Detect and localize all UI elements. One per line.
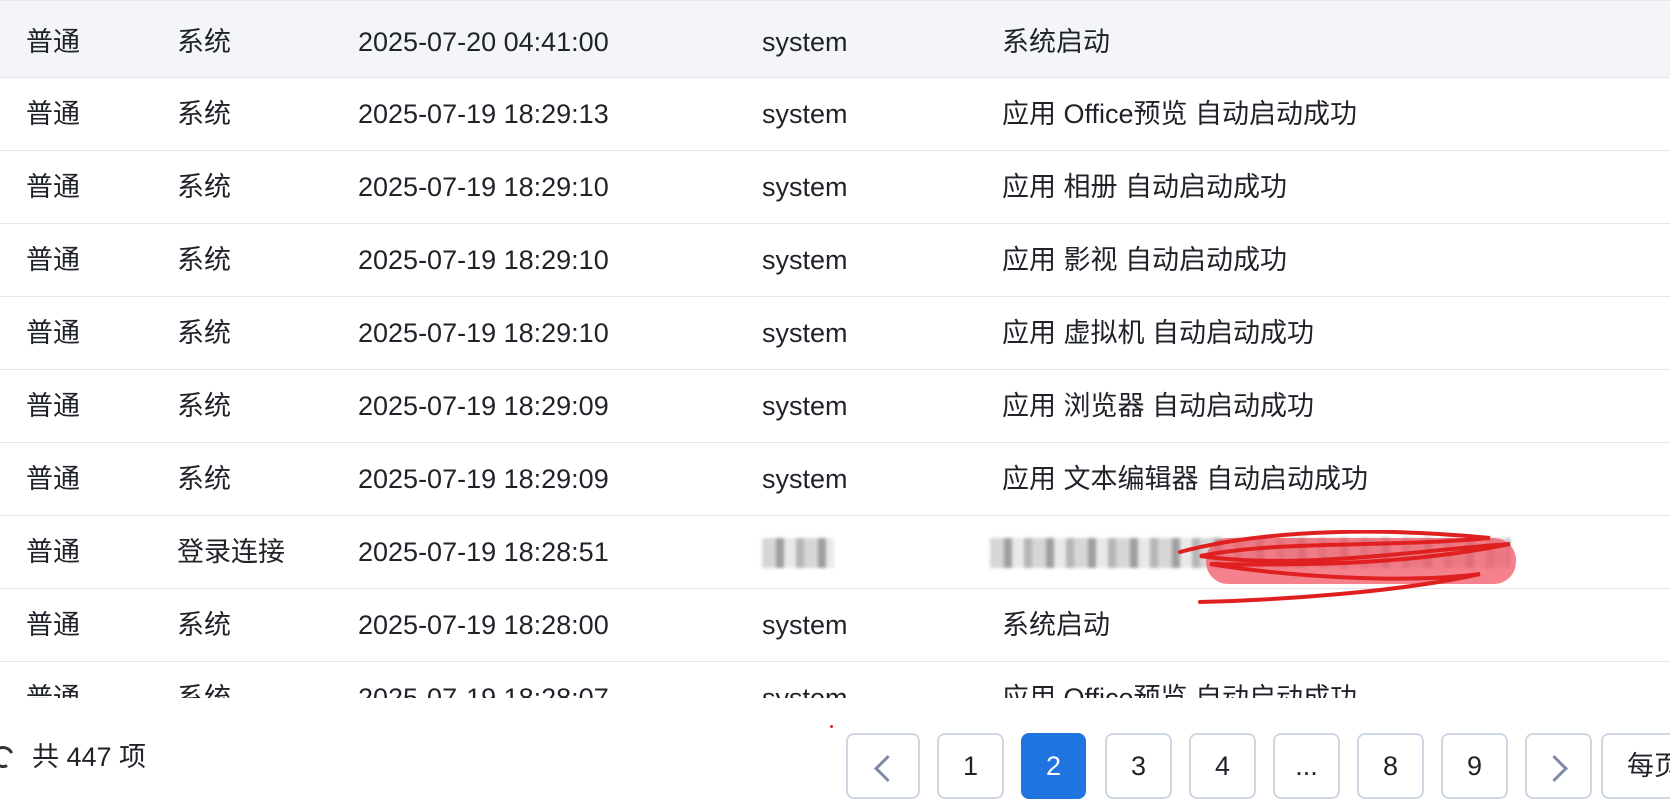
user-cell: system [762,172,848,202]
time-cell: 2025-07-19 18:29:10 [358,245,609,275]
table-row[interactable]: 普通 系统 2025-07-19 18:28:07 system 应用 Offi… [0,662,1670,698]
time-cell: 2025-07-19 18:28:00 [358,610,609,640]
refresh-icon[interactable] [0,742,18,772]
next-page-button[interactable] [1525,733,1592,799]
level-cell: 普通 [26,464,80,494]
chevron-right-icon [1541,755,1568,782]
type-cell: 登录连接 [177,537,285,567]
redaction-mark [1206,538,1516,584]
message-cell: 应用 相册 自动启动成功 [1002,172,1288,202]
per-page-select[interactable]: 每页 [1601,733,1670,799]
page-button-3[interactable]: 3 [1105,733,1172,799]
total-count: 共 447 项 [0,736,146,778]
time-cell: 2025-07-19 18:29:13 [358,99,609,129]
chevron-left-icon [873,755,901,782]
level-cell: 普通 [26,537,80,567]
user-cell: system [762,318,848,348]
page-button-8[interactable]: 8 [1357,733,1424,799]
message-cell: 应用 影视 自动启动成功 [1002,245,1288,275]
page-button-2[interactable]: 2 [1021,733,1086,799]
level-cell: 普通 [26,610,80,640]
message-cell: 应用 Office预览 自动启动成功 [1002,99,1358,129]
table-row[interactable]: 普通 系统 2025-07-19 18:28:00 system 系统启动 [0,589,1670,662]
message-cell: 应用 浏览器 自动启动成功 [1002,391,1315,421]
user-cell: system [762,245,848,275]
log-table: 普通 系统 2025-07-20 04:41:00 system 系统启动 普通… [0,0,1670,698]
table-row[interactable]: 普通 系统 2025-07-19 18:29:10 system 应用 虚拟机 … [0,297,1670,370]
user-cell: system [762,27,848,57]
type-cell: 系统 [177,391,231,421]
level-cell: 普通 [26,172,80,202]
user-cell: system [762,610,848,640]
table-row[interactable]: 普通 系统 2025-07-19 18:29:10 system 应用 影视 自… [0,224,1670,297]
user-cell: system [762,391,848,421]
prev-page-button[interactable] [846,733,920,799]
table-row[interactable]: 普通 系统 2025-07-19 18:29:13 system 应用 Offi… [0,78,1670,151]
message-cell: 应用 文本编辑器 自动启动成功 [1002,464,1369,494]
type-cell: 系统 [177,464,231,494]
type-cell: 系统 [177,27,231,57]
level-cell: 普通 [26,99,80,129]
level-cell: 普通 [26,245,80,275]
time-cell: 2025-07-19 18:29:10 [358,172,609,202]
type-cell: 系统 [177,318,231,348]
time-cell: 2025-07-19 18:28:07 [358,683,609,698]
message-cell: 系统启动 [1002,27,1110,57]
type-cell: 系统 [177,172,231,202]
table-row[interactable]: 普通 系统 2025-07-19 18:29:10 system 应用 相册 自… [0,151,1670,224]
time-cell: 2025-07-20 04:41:00 [358,27,609,57]
page-button-9[interactable]: 9 [1441,733,1508,799]
message-cell: 系统启动 [1002,610,1110,640]
time-cell: 2025-07-19 18:29:09 [358,464,609,494]
level-cell: 普通 [26,318,80,348]
time-cell: 2025-07-19 18:29:09 [358,391,609,421]
level-cell: 普通 [26,391,80,421]
pagination-bar: 共 447 项 1 2 3 4 ... 8 9 每页 [0,720,1670,806]
table-row[interactable]: 普通 系统 2025-07-19 18:29:09 system 应用 文本编辑… [0,443,1670,516]
message-cell: 应用 Office预览 自动启动成功 [1002,683,1358,698]
page-button-1[interactable]: 1 [937,733,1004,799]
level-cell: 普通 [26,27,80,57]
time-cell: 2025-07-19 18:28:51 [358,537,609,567]
type-cell: 系统 [177,99,231,129]
table-row[interactable]: 普通 系统 2025-07-20 04:41:00 system 系统启动 [0,0,1670,78]
table-row[interactable]: 普通 系统 2025-07-19 18:29:09 system 应用 浏览器 … [0,370,1670,443]
user-cell: system [762,683,848,698]
user-cell: system [762,99,848,129]
type-cell: 系统 [177,245,231,275]
level-cell: 普通 [26,683,80,698]
page-button-4[interactable]: 4 [1189,733,1256,799]
message-cell: 应用 虚拟机 自动启动成功 [1002,318,1315,348]
user-cell: system [762,464,848,494]
page-ellipsis[interactable]: ... [1273,733,1340,799]
type-cell: 系统 [177,683,231,698]
time-cell: 2025-07-19 18:29:10 [358,318,609,348]
total-label: 共 447 项 [32,742,147,772]
type-cell: 系统 [177,610,231,640]
